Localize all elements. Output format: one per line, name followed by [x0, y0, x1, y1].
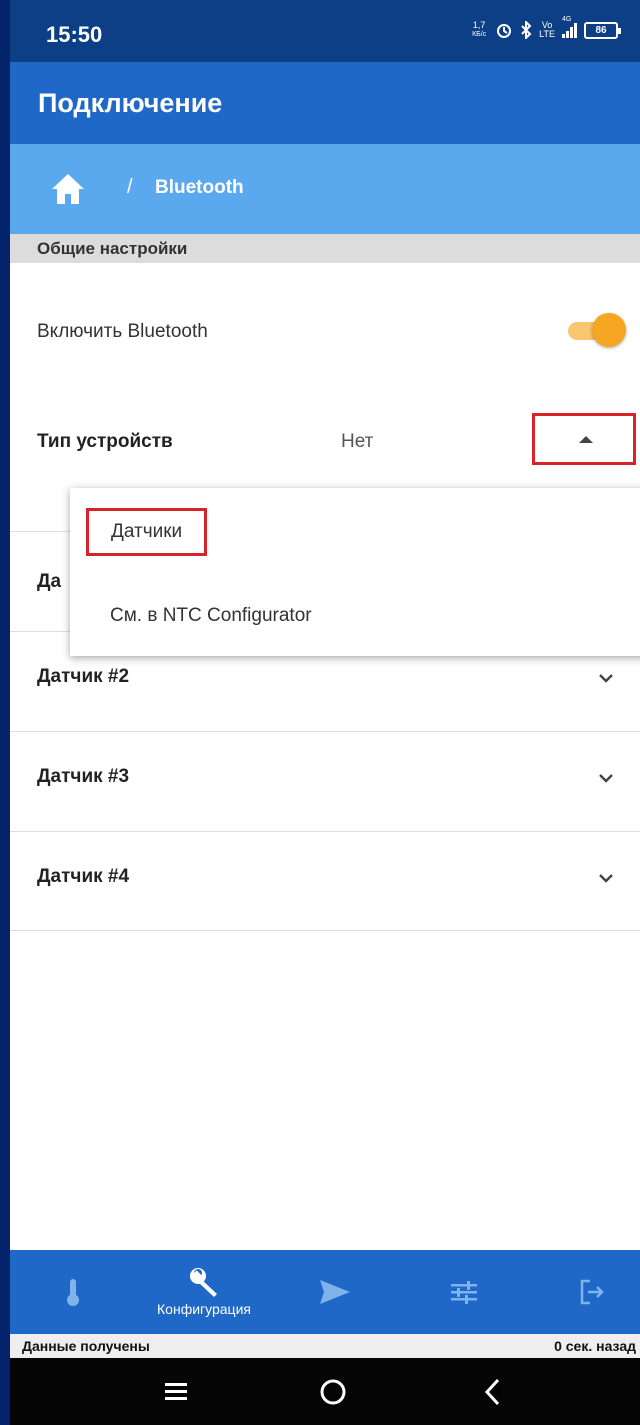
network-speed-unit: КБ/с	[472, 31, 487, 38]
dropdown-option-ntc-configurator[interactable]: См. в NTC Configurator	[110, 605, 312, 627]
chevron-down-icon	[599, 774, 613, 783]
nav-item-settings[interactable]	[434, 1250, 494, 1334]
signal-tag: 4G	[562, 16, 572, 23]
volte-indicator: Vo LTE	[539, 21, 555, 39]
bluetooth-label: Включить Bluetooth	[37, 321, 208, 342]
android-nav-bar	[10, 1358, 640, 1425]
battery-icon: 86	[584, 21, 621, 39]
alarm-icon	[497, 24, 512, 38]
section-header: Общие настройки	[10, 234, 640, 263]
accordion-label: Датчик #4	[37, 866, 130, 887]
bottom-nav: Конфигурация	[10, 1250, 640, 1334]
status-icons: 1,7 КБ/с Vo LTE 4G 86	[470, 16, 621, 39]
nav-item-monitoring[interactable]	[40, 1250, 106, 1334]
lte-label: LTE	[539, 29, 555, 39]
chevron-down-icon	[599, 874, 613, 883]
accordion-label: Датчик #3	[37, 766, 130, 787]
hidden-row-label: Да	[37, 571, 62, 592]
status-bar: 15:50 1,7 КБ/с Vo LTE 4G 86	[10, 0, 640, 62]
data-status-bar: Данные получены 0 сек. назад	[10, 1334, 640, 1358]
home-button-icon[interactable]	[310, 1370, 356, 1414]
page-title: Подключение	[38, 88, 223, 118]
breadcrumb: / Bluetooth	[10, 144, 640, 234]
nav-item-send[interactable]	[304, 1250, 366, 1334]
home-icon[interactable]	[50, 172, 86, 206]
network-speed-value: 1,7	[472, 20, 486, 30]
nav-item-configuration[interactable]: Конфигурация	[136, 1250, 272, 1334]
thermometer-icon	[67, 1279, 79, 1306]
signal-icon: 4G	[562, 16, 577, 38]
menu-icon[interactable]	[153, 1370, 199, 1414]
wrench-icon	[190, 1268, 217, 1297]
network-speed: 1,7 КБ/с	[470, 21, 488, 39]
device-type-dropdown-button[interactable]	[532, 413, 636, 465]
status-time: 15:50	[46, 22, 103, 47]
nav-label-configuration: Конфигурация	[157, 1301, 251, 1317]
breadcrumb-current: Bluetooth	[155, 177, 244, 198]
accordion-row-sensor-3[interactable]: Датчик #3	[10, 731, 640, 831]
phone-screen: 15:50 1,7 КБ/с Vo LTE 4G 86 Подключение	[10, 0, 640, 1425]
toggle-thumb	[592, 313, 626, 347]
device-type-dropdown-menu: Датчики См. в NTC Configurator	[70, 488, 640, 656]
device-type-value: Нет	[341, 431, 374, 452]
accordion-row-sensor-4[interactable]: Датчик #4	[10, 831, 640, 931]
send-icon	[320, 1280, 350, 1304]
accordion-label: Датчик #2	[37, 666, 130, 687]
caret-up-icon	[579, 436, 593, 443]
dropdown-option-sensors[interactable]: Датчики	[86, 508, 208, 556]
breadcrumb-separator: /	[127, 176, 133, 198]
data-status-time: 0 сек. назад	[554, 1338, 636, 1354]
battery-level: 86	[595, 24, 607, 36]
sliders-icon	[451, 1281, 477, 1304]
bluetooth-toggle[interactable]	[568, 313, 628, 347]
settings-content: Включить Bluetooth Тип устройств Нет Дат…	[10, 263, 640, 1250]
nav-item-logout[interactable]	[562, 1250, 622, 1334]
device-type-label: Тип устройств	[37, 431, 173, 452]
back-icon[interactable]	[470, 1370, 516, 1414]
logout-icon	[580, 1279, 604, 1305]
chevron-down-icon	[599, 674, 613, 683]
bluetooth-icon	[521, 21, 532, 39]
app-bar: Подключение	[10, 62, 640, 144]
data-status-text: Данные получены	[22, 1338, 150, 1354]
